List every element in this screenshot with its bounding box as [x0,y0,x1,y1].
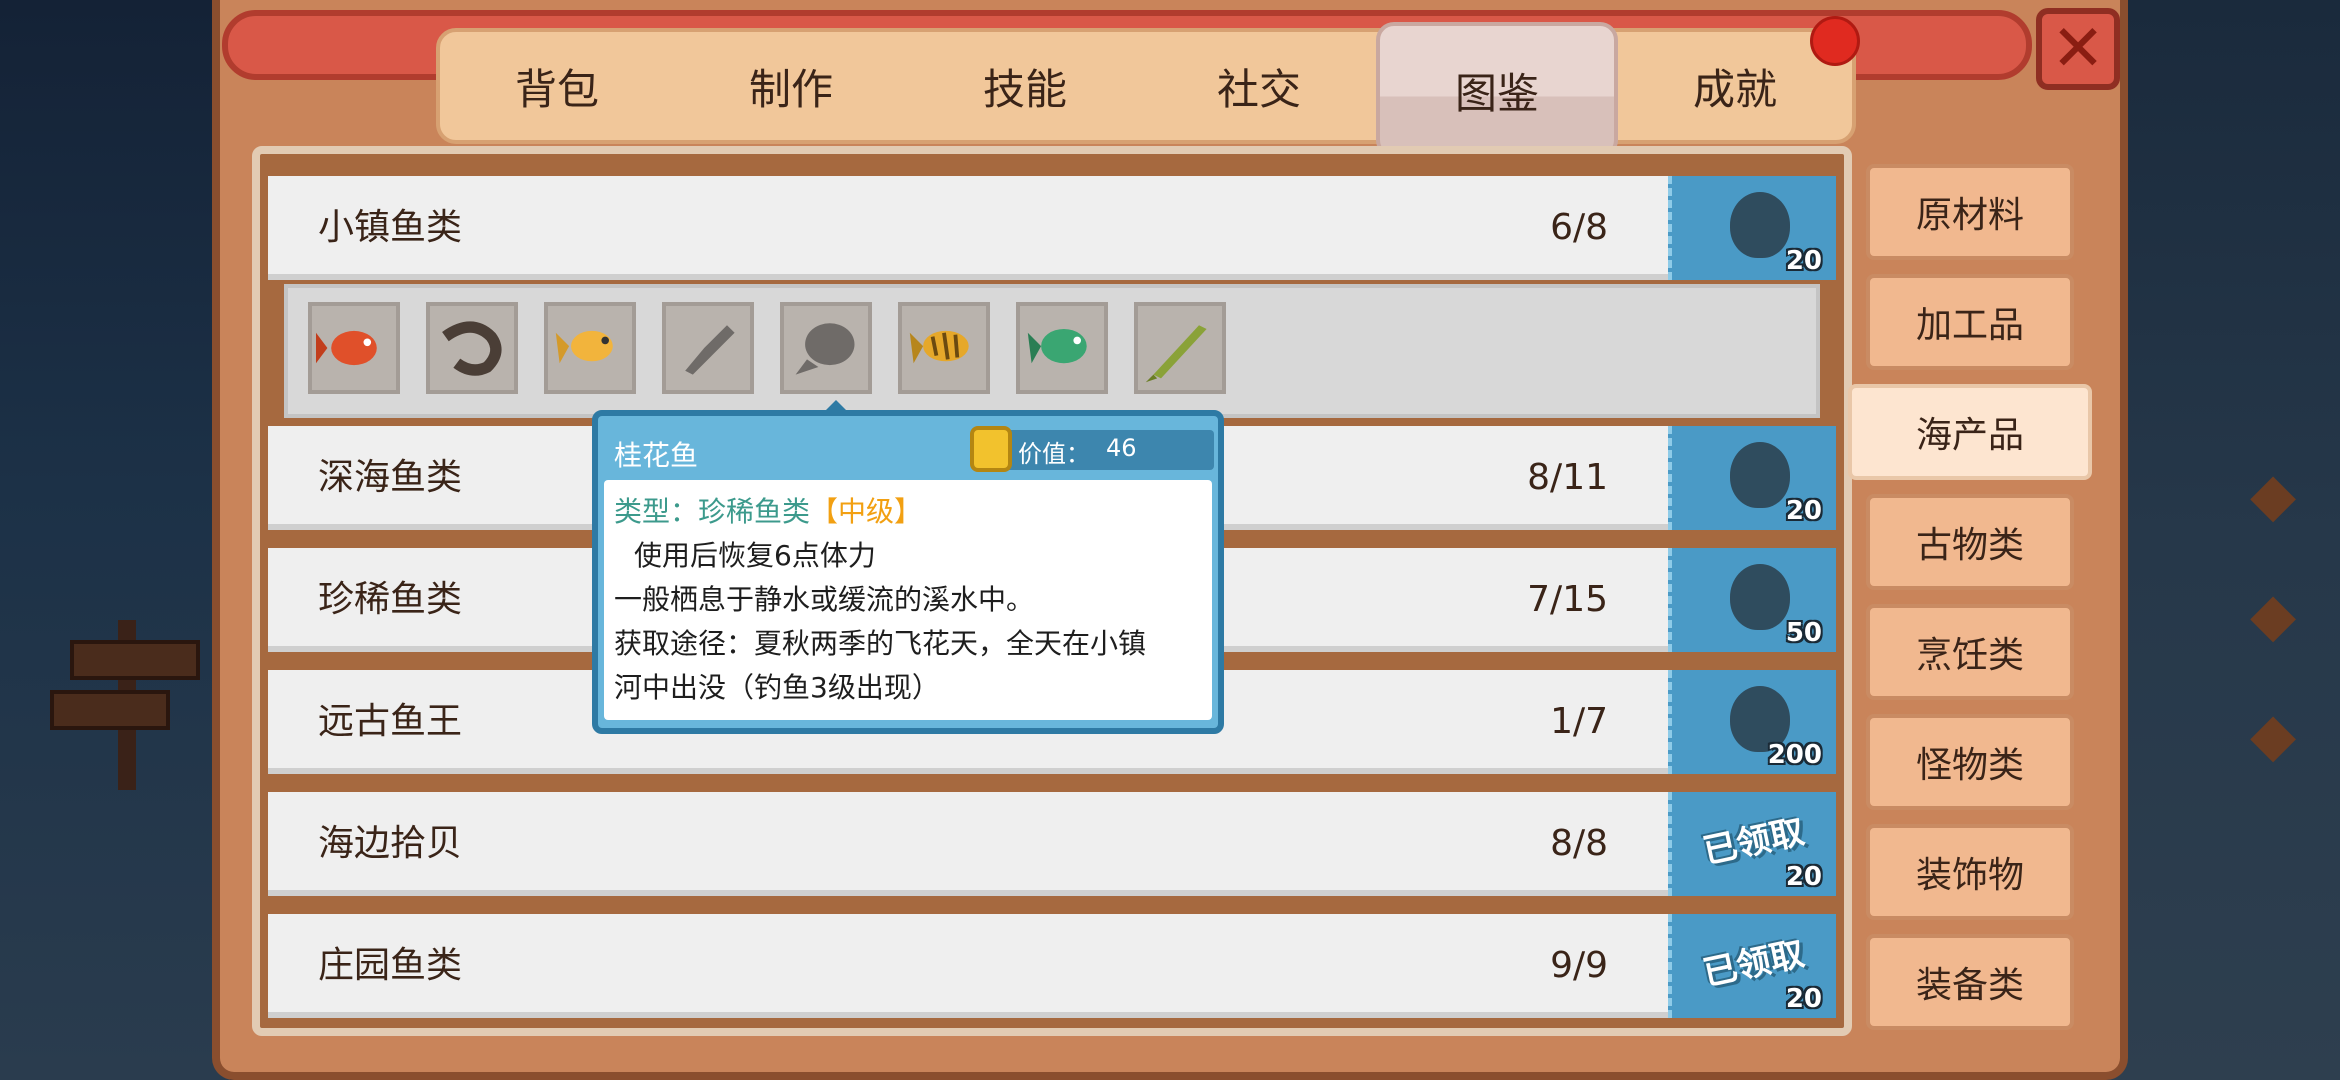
reward-coin-icon [1730,442,1790,508]
hanging-fish-icon: ◆ [2250,700,2297,770]
tab-skills[interactable]: 技能 [908,32,1142,140]
tab-collection[interactable]: 图鉴 [1376,22,1618,158]
fish-slot[interactable] [544,302,636,394]
background-left [0,0,230,1080]
collection-name: 深海鱼类 [318,457,463,498]
collection-name: 庄园鱼类 [318,945,463,986]
collection-count: 8/11 [1527,457,1608,498]
collection-count: 7/15 [1527,579,1608,620]
reward-amount: 20 [1785,496,1822,526]
collection-count: 1/7 [1550,701,1608,742]
category-cooking[interactable]: 烹饪类 [1866,604,2074,700]
item-tooltip: 桂花鱼 价值： 46 类型：珍稀鱼类【中级】 使用后恢复6点体力 一般栖息于静水… [592,400,1224,734]
red-fish-icon [316,330,377,366]
fish-slot[interactable] [1134,302,1226,394]
tooltip-type-line: 类型：珍稀鱼类【中级】 [614,490,1202,534]
tab-crafting[interactable]: 制作 [674,32,908,140]
unknown-fish-silhouette-icon [795,323,855,375]
collection-name: 珍稀鱼类 [318,579,463,620]
tooltip-grade: 【中级】 [810,495,923,528]
reward-coin-icon [1730,192,1790,258]
tooltip-habitat: 一般栖息于静水或缓流的溪水中。 [614,583,1035,616]
reward-amount: 50 [1785,618,1822,648]
reward-amount: 20 [1785,246,1822,276]
background-right: ◆ ◆ ◆ [2100,0,2340,1080]
reward-button[interactable]: 已领取 20 [1668,792,1836,896]
tooltip-type: 类型：珍稀鱼类 [614,495,811,528]
collection-row-body: 海边拾贝 8/8 [268,792,1668,896]
category-artifacts[interactable]: 古物类 [1866,494,2074,590]
tab-backpack[interactable]: 背包 [440,32,674,140]
collection-name: 小镇鱼类 [318,207,463,248]
reward-button[interactable]: 200 [1668,670,1836,774]
unknown-fish-silhouette-icon [685,325,735,375]
reward-button[interactable]: 已领取 20 [1668,914,1836,1018]
fish-slot[interactable] [308,302,400,394]
tab-social[interactable]: 社交 [1142,32,1376,140]
tab-bar: 背包 制作 技能 社交 图鉴 成就 [436,22,1856,158]
collection-row[interactable]: 庄园鱼类 9/9 已领取 20 [268,914,1836,1018]
collection-row[interactable]: 海边拾贝 8/8 已领取 20 [268,792,1836,896]
signpost-decoration [50,600,200,790]
tooltip-description: 类型：珍稀鱼类【中级】 使用后恢复6点体力 一般栖息于静水或缓流的溪水中。 获取… [604,480,1212,720]
tooltip-item-name: 桂花鱼 [614,439,699,472]
green-fish-icon [1027,329,1087,364]
close-button[interactable]: ✕ [2036,8,2120,90]
collection-count: 6/8 [1550,207,1608,248]
collection-row-body: 庄园鱼类 9/9 [268,914,1668,1018]
collection-name: 远古鱼王 [318,701,463,742]
reward-amount: 20 [1785,984,1822,1014]
category-decorations[interactable]: 装饰物 [1866,824,2074,920]
reward-coin-icon [1730,564,1790,630]
fish-slot-strip [284,284,1820,418]
tooltip-value: 46 [1106,434,1137,462]
yellow-fish-icon [555,330,613,364]
collection-count: 9/9 [1550,945,1608,986]
fish-slot[interactable] [898,302,990,394]
mandarin-fish-icon [909,330,969,364]
category-raw-materials[interactable]: 原材料 [1866,164,2074,260]
fish-slot[interactable] [1016,302,1108,394]
tooltip-source-line2: 河中出没（钓鱼3级出现） [614,671,940,704]
category-processed[interactable]: 加工品 [1866,274,2074,370]
tooltip-source-line1: 获取途径：夏秋两季的飞花天，全天在小镇 [614,627,1147,660]
reward-amount: 200 [1767,740,1822,770]
reward-button[interactable]: 20 [1668,176,1836,280]
notification-dot [1810,16,1860,66]
gold-coin-icon [970,426,1012,472]
fish-slot[interactable] [662,302,754,394]
fish-slot[interactable] [780,302,872,394]
eel-icon [442,321,502,376]
collection-row-body: 小镇鱼类 6/8 [268,176,1668,280]
hanging-fish-icon: ◆ [2250,460,2297,530]
close-icon: ✕ [2051,12,2105,86]
category-monsters[interactable]: 怪物类 [1866,714,2074,810]
pike-fish-icon [1145,325,1207,383]
category-seafood[interactable]: 海产品 [1848,384,2092,480]
hanging-fish-icon: ◆ [2250,580,2297,650]
tooltip-pointer [822,400,850,414]
collection-row[interactable]: 小镇鱼类 6/8 20 [268,176,1836,280]
reward-button[interactable]: 50 [1668,548,1836,652]
fish-slot[interactable] [426,302,518,394]
reward-button[interactable]: 20 [1668,426,1836,530]
tooltip-value-label: 价值： [1018,440,1090,468]
tooltip-effect: 使用后恢复6点体力 [634,539,876,572]
reward-amount: 20 [1785,862,1822,892]
category-equipment[interactable]: 装备类 [1866,934,2074,1030]
collection-name: 海边拾贝 [318,823,463,864]
collection-count: 8/8 [1550,823,1608,864]
